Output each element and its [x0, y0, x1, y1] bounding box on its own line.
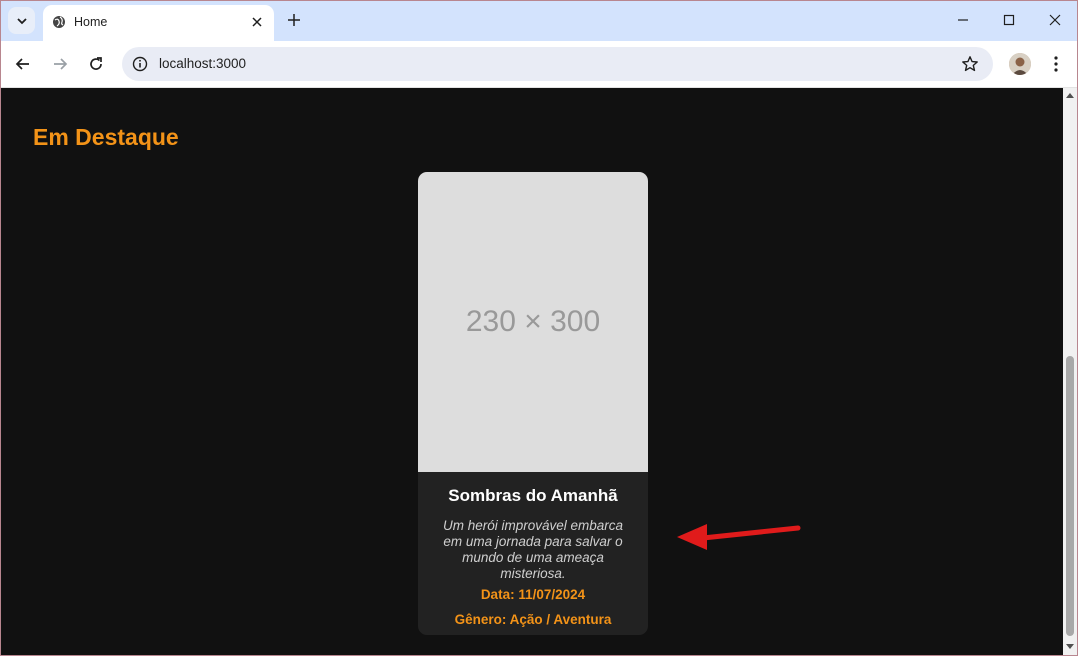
genre-label: Gênero: [454, 612, 507, 627]
new-tab-button[interactable] [283, 9, 305, 31]
date-value: 11/07/2024 [518, 587, 586, 602]
movie-description: Um herói improvável embarca em uma jorna… [442, 518, 624, 581]
profile-avatar[interactable] [1009, 53, 1031, 75]
kebab-menu-icon [1054, 56, 1058, 72]
date-label: Data: [480, 587, 515, 602]
minimize-icon [958, 19, 968, 21]
tab-title: Home [74, 15, 108, 29]
tab-search-button[interactable] [8, 7, 35, 34]
section-heading: Em Destaque [33, 124, 179, 150]
forward-arrow-icon [54, 58, 68, 70]
maximize-icon [1003, 14, 1015, 26]
globe-icon [53, 16, 65, 28]
reload-button[interactable] [82, 50, 110, 78]
browser-toolbar: localhost:3000 [1, 41, 1077, 88]
site-info-icon [132, 56, 148, 72]
close-icon [1049, 14, 1061, 26]
poster-placeholder-image: 230 × 300 [418, 172, 648, 472]
bookmark-star-icon[interactable] [961, 55, 979, 73]
url-text: localhost:3000 [159, 56, 247, 71]
close-icon [252, 17, 262, 27]
movie-title: Sombras do Amanhã [448, 486, 618, 505]
address-bar[interactable]: localhost:3000 [122, 47, 993, 81]
page-scrollbar[interactable] [1063, 88, 1077, 655]
forward-button[interactable] [46, 50, 74, 78]
back-button[interactable] [9, 50, 37, 78]
back-arrow-icon [15, 58, 29, 70]
tab-strip: Home [1, 1, 1077, 41]
scrollbar-thumb[interactable] [1066, 356, 1074, 636]
featured-movie-card[interactable]: 230 × 300 Sombras do Amanhã Um herói imp… [418, 172, 648, 635]
poster-placeholder-text: 230 × 300 [465, 305, 601, 338]
movie-genre-line: Gênero: Ação / Aventura [418, 612, 648, 627]
scroll-up-icon[interactable] [1066, 92, 1074, 98]
minimize-button[interactable] [941, 6, 985, 34]
browser-window: Home localhost:3000 Em Destaque 230 × 30… [0, 0, 1078, 656]
plus-icon [288, 14, 300, 26]
scroll-down-icon[interactable] [1066, 644, 1074, 650]
tab-home[interactable]: Home [43, 5, 274, 41]
site-info-button[interactable] [130, 54, 150, 74]
annotation-arrow [677, 524, 801, 550]
close-tab-button[interactable] [248, 13, 266, 31]
close-window-button[interactable] [1033, 6, 1077, 34]
reload-icon [90, 57, 102, 70]
profile-photo [1009, 53, 1031, 75]
page-content: Em Destaque 230 × 300 Sombras do Amanhã … [1, 88, 1063, 655]
tab-search-icon [16, 17, 27, 24]
movie-date-line: Data: 11/07/2024 [418, 587, 648, 602]
maximize-button[interactable] [987, 6, 1031, 34]
browser-menu-button[interactable] [1045, 52, 1067, 76]
genre-value: Ação / Aventura [509, 612, 612, 627]
